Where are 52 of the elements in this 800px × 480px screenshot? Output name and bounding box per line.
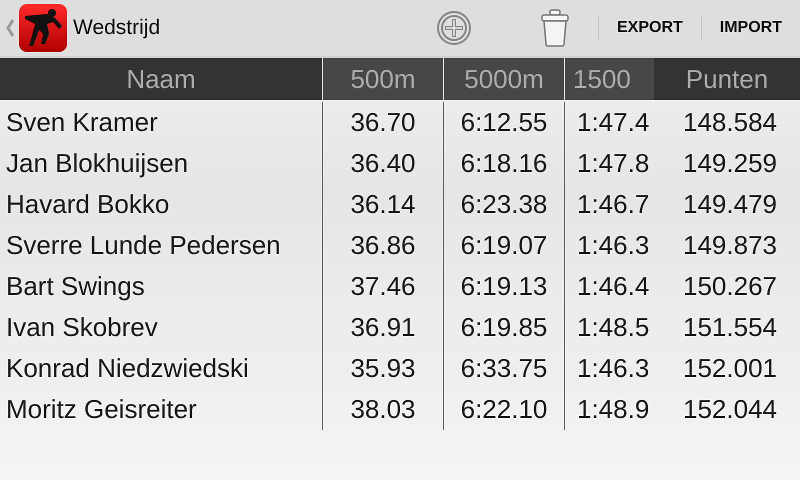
table-cell-text: Jan Blokhuijsen (5, 147, 190, 180)
column-header[interactable]: 500m (322, 58, 443, 100)
table-cell: 1:48.5 (564, 307, 654, 348)
table-cell-text: Konrad Niedzwiedski (5, 352, 250, 385)
table-cell-text: Sven Kramer (5, 106, 159, 139)
table-cell: 6:18.16 (443, 143, 564, 184)
table-cell: 1:48.9 (564, 389, 654, 430)
table-cell: 6:19.07 (443, 225, 564, 266)
toolbar-button[interactable]: EXPORT (598, 8, 701, 48)
column-header[interactable]: Naam (0, 58, 322, 100)
trash-icon[interactable] (540, 9, 570, 47)
table-cell-text: Havard Bokko (5, 188, 170, 221)
table-cell: 37.46 (322, 266, 443, 307)
table-cell: 1:46.7 (564, 184, 654, 225)
add-icon[interactable] (436, 10, 472, 46)
column-header[interactable]: 1500 (564, 58, 654, 100)
table-cell-text: 152.001 (682, 352, 778, 385)
table-cell: 1:47.8 (564, 143, 654, 184)
table-cell-text: Ivan Skobrev (5, 311, 159, 344)
table-cell-text: 148.584 (682, 106, 778, 139)
table-cell-text: 150.267 (682, 270, 778, 303)
table-cell: 36.86 (322, 225, 443, 266)
table-cell-text: 151.554 (682, 311, 778, 344)
table-cell: 1:46.3 (564, 225, 654, 266)
table-cell: 1:46.4 (564, 266, 654, 307)
toolbar-button[interactable]: IMPORT (702, 8, 800, 48)
app-title: Wedstrijd (73, 16, 160, 40)
back-chevron-icon[interactable] (6, 19, 14, 37)
skater-logo-icon[interactable] (19, 4, 67, 52)
table-cell-text: Sverre Lunde Pedersen (5, 229, 282, 262)
table-cell-text: 149.873 (682, 229, 778, 262)
table-cell-text: 149.479 (682, 188, 778, 221)
table-cell: 6:33.75 (443, 348, 564, 389)
table-cell: 36.70 (322, 102, 443, 143)
table-cell: 36.40 (322, 143, 443, 184)
table-cell: 38.03 (322, 389, 443, 430)
table-cell: 6:12.55 (443, 102, 564, 143)
table-cell: 6:19.13 (443, 266, 564, 307)
table-cell: 36.91 (322, 307, 443, 348)
table-cell: 6:19.85 (443, 307, 564, 348)
table-cell-text: 149.259 (682, 147, 778, 180)
table-cell: 6:22.10 (443, 389, 564, 430)
table-cell: 6:23.38 (443, 184, 564, 225)
table-cell-text: Bart Swings (5, 270, 146, 303)
table-cell: 1:46.3 (564, 348, 654, 389)
table-cell: 1:47.4 (564, 102, 654, 143)
table-cell-text: 152.044 (682, 393, 778, 426)
column-header[interactable]: Punten (654, 58, 800, 100)
table-cell: 36.14 (322, 184, 443, 225)
table-cell-text: Moritz Geisreiter (5, 393, 198, 426)
column-header[interactable]: 5000m (443, 58, 564, 100)
table-cell: 35.93 (322, 348, 443, 389)
